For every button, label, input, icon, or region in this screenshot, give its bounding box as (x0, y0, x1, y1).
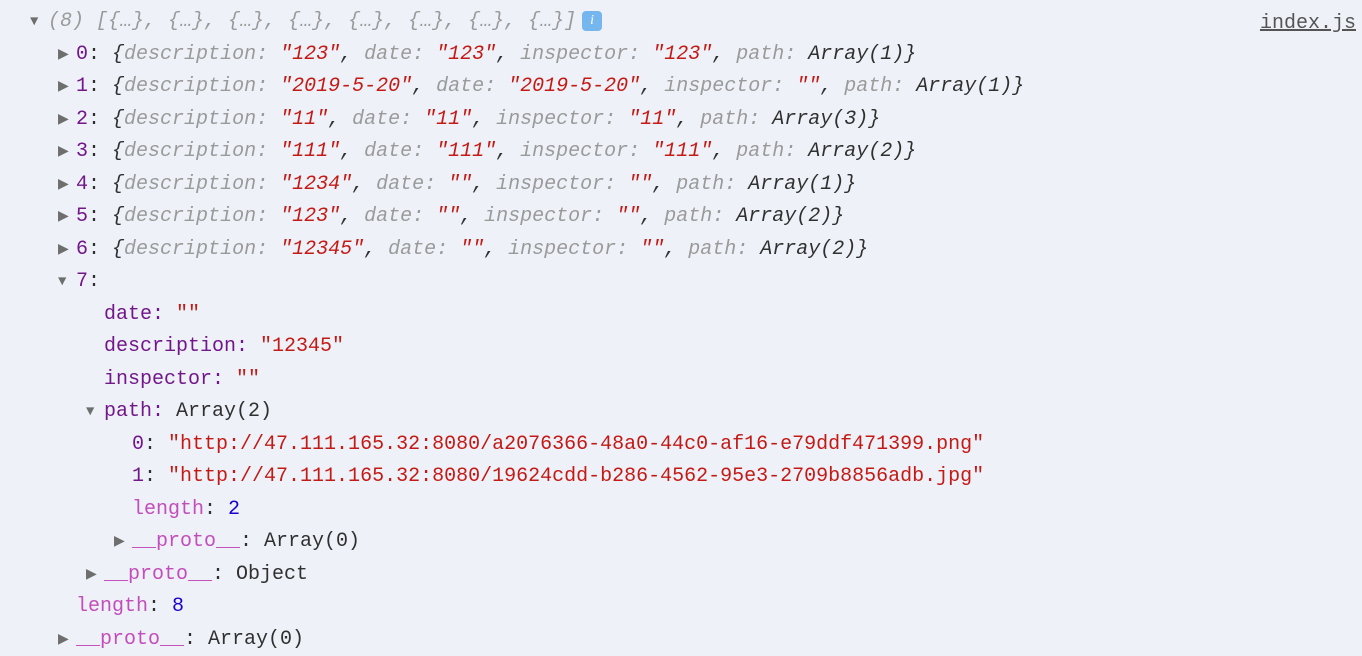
obj-proto[interactable]: ▶__proto__: Object (0, 559, 1362, 592)
chevron-right-icon[interactable]: ▶ (58, 39, 76, 72)
val-length: 2 (228, 498, 240, 521)
array-length: length: 8 (0, 591, 1362, 624)
array-length-label: (8) (48, 10, 84, 33)
val-description: "12345" (260, 335, 344, 358)
object-preview: {description: "12345", date: "", inspect… (112, 238, 868, 261)
chevron-right-icon[interactable]: ▶ (114, 526, 132, 559)
object-preview: {description: "2019-5-20", date: "2019-5… (112, 75, 1024, 98)
key-inspector: inspector: (104, 368, 236, 391)
prop-date: date: "" (0, 299, 1362, 332)
val-inspector: "" (236, 368, 260, 391)
array-index: 1 (76, 75, 88, 98)
val-proto: Array(0) (208, 628, 304, 651)
array-index: 0 (76, 43, 88, 66)
val-proto: Object (236, 563, 308, 586)
path-item-0: 0: "http://47.111.165.32:8080/a2076366-4… (0, 429, 1362, 462)
chevron-down-icon[interactable]: ▼ (30, 6, 48, 39)
path-index-1: 1 (132, 465, 144, 488)
chevron-right-icon[interactable]: ▶ (86, 559, 104, 592)
prop-description: description: "12345" (0, 331, 1362, 364)
array-index: 3 (76, 140, 88, 163)
chevron-down-icon[interactable]: ▼ (58, 266, 76, 299)
array-preview: [{…}, {…}, {…}, {…}, {…}, {…}, {…}, {…}] (96, 10, 576, 33)
chevron-right-icon[interactable]: ▶ (58, 71, 76, 104)
object-preview: {description: "123", date: "123", inspec… (112, 43, 916, 66)
array-item-6[interactable]: ▶6: {description: "12345", date: "", ins… (0, 234, 1362, 267)
chevron-right-icon[interactable]: ▶ (58, 234, 76, 267)
array-item-0[interactable]: ▶0: {description: "123", date: "123", in… (0, 39, 1362, 72)
array-item-2[interactable]: ▶2: {description: "11", date: "11", insp… (0, 104, 1362, 137)
key-description: description: (104, 335, 260, 358)
key-proto: __proto__ (104, 563, 212, 586)
chevron-right-icon[interactable]: ▶ (58, 136, 76, 169)
object-preview: {description: "1234", date: "", inspecto… (112, 173, 856, 196)
path-value-0: "http://47.111.165.32:8080/a2076366-48a0… (168, 433, 984, 456)
console-object-root: ▼(8) [{…}, {…}, {…}, {…}, {…}, {…}, {…},… (0, 0, 1362, 656)
prop-inspector: inspector: "" (0, 364, 1362, 397)
val-path: Array(2) (176, 400, 272, 423)
key-path: path: (104, 400, 176, 423)
source-file-link[interactable]: index.js (1260, 8, 1356, 41)
array-item-4[interactable]: ▶4: {description: "1234", date: "", insp… (0, 169, 1362, 202)
array-item-7-header[interactable]: ▼7: (0, 266, 1362, 299)
key-length: length (76, 595, 148, 618)
array-index: 6 (76, 238, 88, 261)
object-preview: {description: "111", date: "111", inspec… (112, 140, 916, 163)
key-date: date: (104, 303, 176, 326)
array-index: 2 (76, 108, 88, 131)
array-item-3[interactable]: ▶3: {description: "111", date: "111", in… (0, 136, 1362, 169)
array-index: 5 (76, 205, 88, 228)
key-proto: __proto__ (76, 628, 184, 651)
info-icon[interactable]: i (582, 11, 602, 31)
array-item-1[interactable]: ▶1: {description: "2019-5-20", date: "20… (0, 71, 1362, 104)
prop-path-header[interactable]: ▼path: Array(2) (0, 396, 1362, 429)
path-value-1: "http://47.111.165.32:8080/19624cdd-b286… (168, 465, 984, 488)
path-item-1: 1: "http://47.111.165.32:8080/19624cdd-b… (0, 461, 1362, 494)
object-preview: {description: "123", date: "", inspector… (112, 205, 844, 228)
path-index-0: 0 (132, 433, 144, 456)
array-index: 4 (76, 173, 88, 196)
array-index: 7 (76, 270, 88, 293)
val-length: 8 (172, 595, 184, 618)
key-length: length (132, 498, 204, 521)
array-item-5[interactable]: ▶5: {description: "123", date: "", inspe… (0, 201, 1362, 234)
path-proto[interactable]: ▶__proto__: Array(0) (0, 526, 1362, 559)
path-length: length: 2 (0, 494, 1362, 527)
key-proto: __proto__ (132, 530, 240, 553)
val-proto: Array(0) (264, 530, 360, 553)
chevron-down-icon[interactable]: ▼ (86, 396, 104, 429)
array-header-row[interactable]: ▼(8) [{…}, {…}, {…}, {…}, {…}, {…}, {…},… (0, 6, 1362, 39)
chevron-right-icon[interactable]: ▶ (58, 104, 76, 137)
chevron-right-icon[interactable]: ▶ (58, 201, 76, 234)
val-date: "" (176, 303, 200, 326)
chevron-right-icon[interactable]: ▶ (58, 169, 76, 202)
object-preview: {description: "11", date: "11", inspecto… (112, 108, 880, 131)
